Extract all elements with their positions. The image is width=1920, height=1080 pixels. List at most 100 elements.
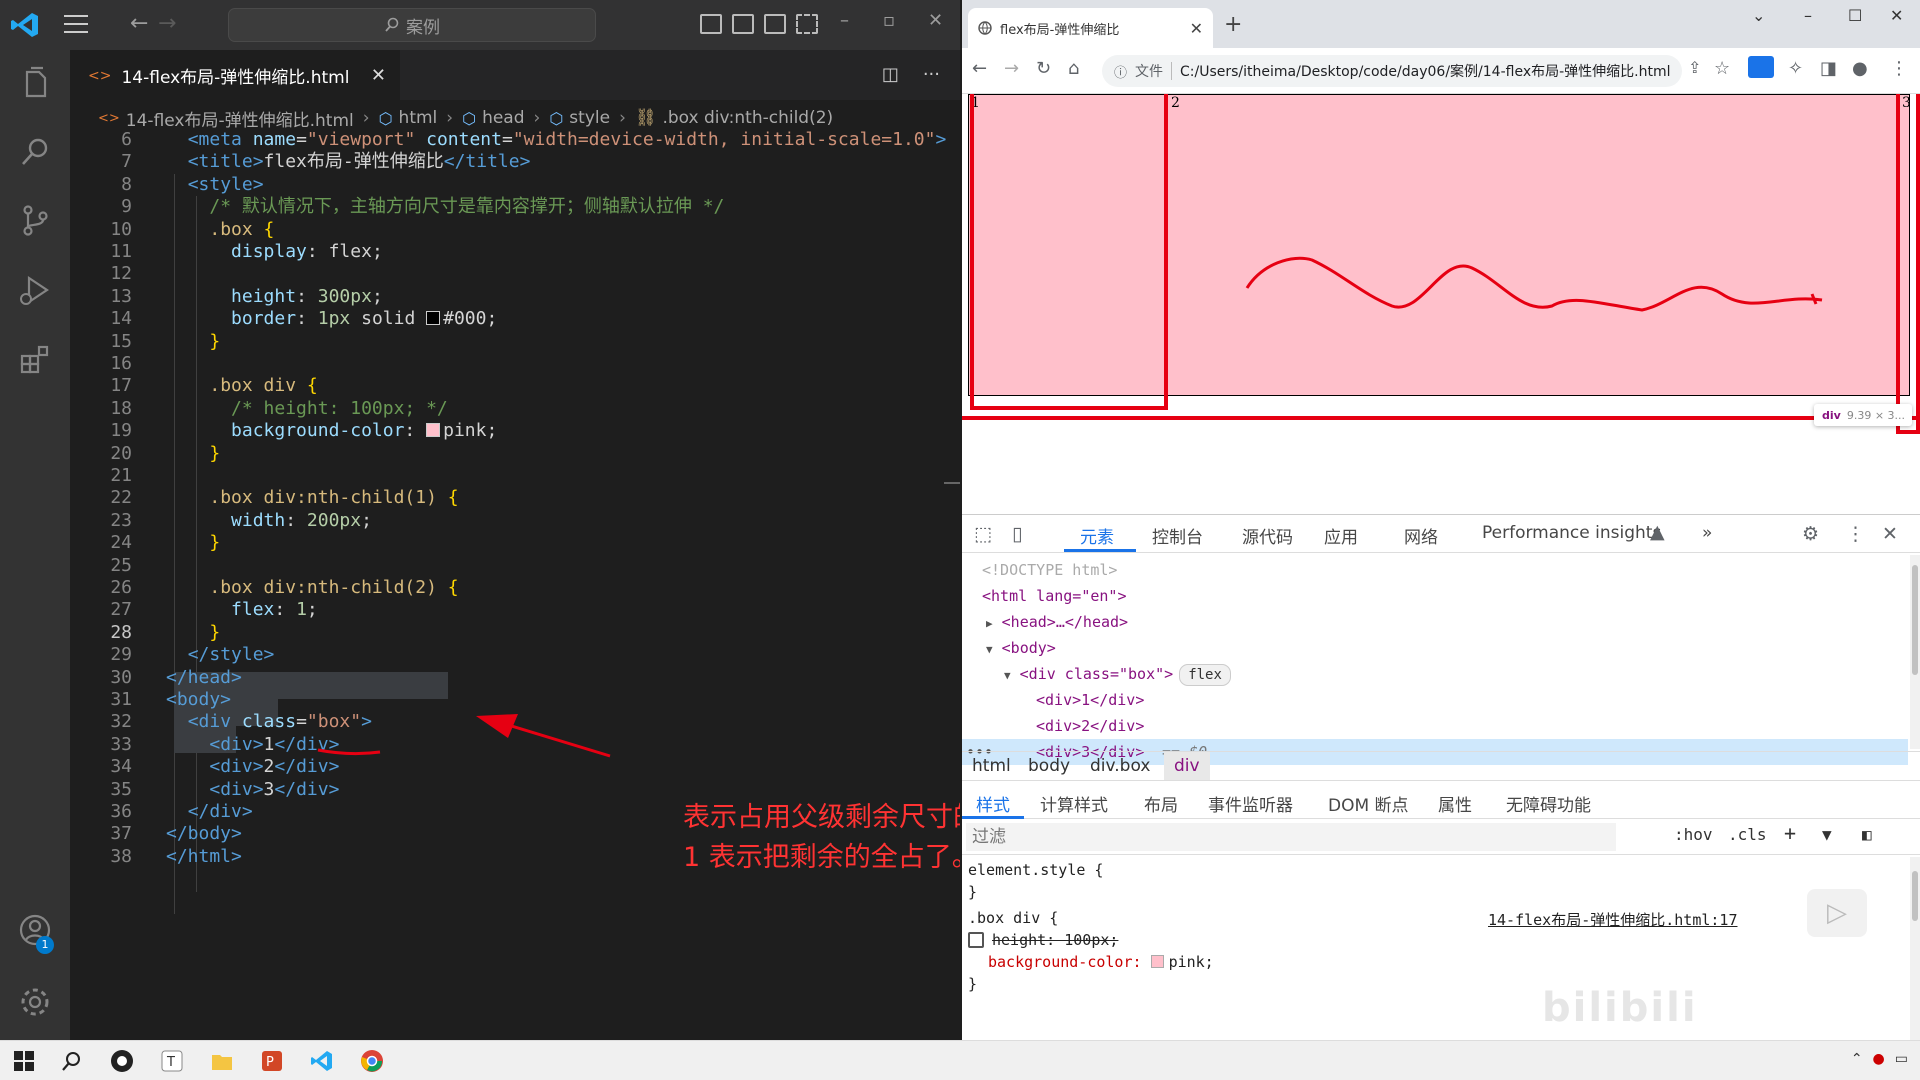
- typora-icon[interactable]: T: [160, 1049, 184, 1073]
- extension-new-icon[interactable]: [1748, 56, 1774, 78]
- dom-node[interactable]: <!DOCTYPE html>: [982, 557, 1117, 583]
- menu-icon[interactable]: [64, 15, 88, 35]
- settings-gear-icon[interactable]: ⚙: [1802, 523, 1819, 545]
- video-play-icon[interactable]: ▷: [1807, 889, 1867, 937]
- paint-icon[interactable]: ▼: [1822, 825, 1832, 844]
- powerpoint-icon[interactable]: P: [260, 1049, 284, 1073]
- extensions-icon[interactable]: [17, 342, 53, 378]
- tray-app-icon[interactable]: ●: [1873, 1051, 1885, 1067]
- flex-badge[interactable]: flex: [1179, 664, 1231, 686]
- breadcrumb-item[interactable]: html: [399, 108, 438, 128]
- toggle-panel-icon[interactable]: [732, 14, 754, 34]
- styles-pane[interactable]: element.style { } .box div { 14-flex布局-弹…: [962, 857, 1908, 1041]
- explorer-icon[interactable]: [17, 66, 53, 102]
- tab-elements[interactable]: 元素: [1080, 523, 1114, 548]
- crumb-div-box[interactable]: div.box: [1090, 756, 1150, 776]
- color-swatch-icon[interactable]: [1150, 955, 1164, 968]
- hov-button[interactable]: :hov: [1674, 825, 1713, 844]
- rule-selector[interactable]: .box div {: [968, 909, 1058, 927]
- dom-node[interactable]: <div>1</div>: [1036, 687, 1144, 713]
- chrome-menu-icon[interactable]: ⋮: [1890, 58, 1908, 79]
- tab-search-icon[interactable]: ⌄: [1752, 6, 1765, 25]
- color-swatch-icon[interactable]: [426, 311, 441, 326]
- address-bar[interactable]: ⓘ 文件 C:/Users/itheima/Desktop/code/day06…: [1102, 55, 1682, 87]
- maximize-icon[interactable]: ▫: [883, 10, 895, 31]
- style-prop-disabled[interactable]: height: 100px;: [968, 931, 1118, 949]
- editor-tab-active[interactable]: <> 14-flex布局-弹性伸缩比.html ✕: [70, 50, 400, 100]
- extensions-puzzle-icon[interactable]: ✧: [1788, 58, 1803, 79]
- close-devtools-icon[interactable]: ✕: [1882, 523, 1898, 545]
- subtab-event-listeners[interactable]: 事件监听器: [1208, 791, 1293, 816]
- dom-node[interactable]: ▼ <div class="box"> flex: [1004, 661, 1231, 687]
- devtools-menu-icon[interactable]: ⋮: [1846, 523, 1865, 545]
- code-editor[interactable]: 6 <meta name="viewport" content="width=d…: [70, 130, 960, 1040]
- minimize-icon[interactable]: –: [840, 10, 849, 31]
- file-explorer-icon[interactable]: [210, 1049, 234, 1073]
- toggle-sidebar-icon[interactable]: ◧: [1862, 825, 1872, 844]
- dom-node[interactable]: <div>2</div>: [1036, 713, 1144, 739]
- close-window-icon[interactable]: ✕: [928, 10, 943, 31]
- element-style-rule[interactable]: element.style {: [968, 861, 1103, 879]
- cls-button[interactable]: .cls: [1728, 825, 1767, 844]
- windows-start-icon[interactable]: [12, 1049, 36, 1073]
- close-window-icon[interactable]: ✕: [1890, 6, 1903, 25]
- new-tab-icon[interactable]: +: [1224, 12, 1242, 37]
- inspect-element-icon[interactable]: ⬚: [974, 523, 992, 545]
- subtab-layout[interactable]: 布局: [1144, 791, 1178, 816]
- split-editor-icon[interactable]: ◫: [882, 64, 899, 85]
- run-debug-icon[interactable]: [17, 272, 53, 308]
- home-icon[interactable]: ⌂: [1068, 58, 1079, 79]
- expand-triangle-icon[interactable]: ▶: [986, 617, 993, 630]
- settings-gear-icon[interactable]: [17, 984, 53, 1020]
- rule-source-link[interactable]: 14-flex布局-弹性伸缩比.html:17: [1488, 909, 1738, 930]
- crumb-div[interactable]: div: [1164, 752, 1210, 780]
- dom-node[interactable]: ▶ <head>…</head>: [986, 609, 1128, 635]
- back-arrow-icon[interactable]: ←: [130, 11, 148, 36]
- more-tabs[interactable]: »: [1702, 523, 1712, 543]
- subtab-styles[interactable]: 样式: [976, 791, 1010, 816]
- collapse-triangle-icon[interactable]: ▼: [986, 643, 993, 656]
- breadcrumb-item[interactable]: head: [482, 108, 524, 128]
- command-center-search[interactable]: 案例: [228, 8, 596, 42]
- obs-icon[interactable]: [110, 1049, 134, 1073]
- back-icon[interactable]: ←: [972, 58, 987, 79]
- crumb-body[interactable]: body: [1028, 756, 1070, 776]
- search-icon[interactable]: [17, 134, 53, 170]
- side-panel-icon[interactable]: ◨: [1820, 58, 1837, 79]
- new-rule-icon[interactable]: +: [1784, 821, 1796, 845]
- tray-network-icon[interactable]: ▭: [1895, 1051, 1908, 1067]
- forward-icon[interactable]: →: [1004, 58, 1019, 79]
- tab-close-icon[interactable]: ✕: [1190, 19, 1203, 38]
- share-icon[interactable]: ⇪: [1688, 58, 1701, 77]
- reload-icon[interactable]: ↻: [1036, 58, 1051, 79]
- breadcrumb-item[interactable]: style: [569, 108, 610, 128]
- minimize-icon[interactable]: –: [1804, 6, 1812, 25]
- tab-application[interactable]: 应用: [1324, 523, 1358, 548]
- maximize-icon[interactable]: ☐: [1848, 6, 1862, 25]
- color-swatch-icon[interactable]: [426, 423, 441, 438]
- dom-node[interactable]: ▼ <body>: [986, 635, 1056, 661]
- vscode-taskbar-icon[interactable]: [310, 1049, 334, 1073]
- customize-layout-icon[interactable]: [796, 14, 818, 34]
- tray-chevron-icon[interactable]: ⌃: [1851, 1051, 1863, 1067]
- subtab-accessibility[interactable]: 无障碍功能: [1506, 791, 1591, 816]
- crumb-html[interactable]: html: [972, 756, 1011, 776]
- style-prop[interactable]: background-color: pink;: [988, 953, 1214, 971]
- breadcrumb-item[interactable]: 14-flex布局-弹性伸缩比.html: [126, 106, 354, 131]
- dom-node[interactable]: <html lang="en">: [982, 583, 1127, 609]
- device-toolbar-icon[interactable]: ▯: [1012, 523, 1022, 545]
- browser-tab[interactable]: flex布局-弹性伸缩比 ✕: [968, 8, 1213, 48]
- toggle-secondary-sidebar-icon[interactable]: [764, 14, 786, 34]
- property-checkbox[interactable]: [968, 932, 984, 948]
- subtab-properties[interactable]: 属性: [1438, 791, 1472, 816]
- breadcrumb-item[interactable]: .box div:nth-child(2): [662, 108, 833, 128]
- tab-console[interactable]: 控制台: [1152, 523, 1203, 548]
- dom-tree[interactable]: <!DOCTYPE html> <html lang="en"> ▶ <head…: [962, 555, 1908, 765]
- toggle-sidebar-icon[interactable]: [700, 14, 722, 34]
- forward-arrow-icon[interactable]: →: [158, 11, 176, 36]
- source-control-icon[interactable]: [17, 202, 53, 238]
- taskbar-search-icon[interactable]: [60, 1049, 84, 1073]
- filter-input[interactable]: 过滤: [966, 823, 1616, 851]
- subtab-computed[interactable]: 计算样式: [1040, 791, 1108, 816]
- collapse-triangle-icon[interactable]: ▼: [1004, 669, 1011, 682]
